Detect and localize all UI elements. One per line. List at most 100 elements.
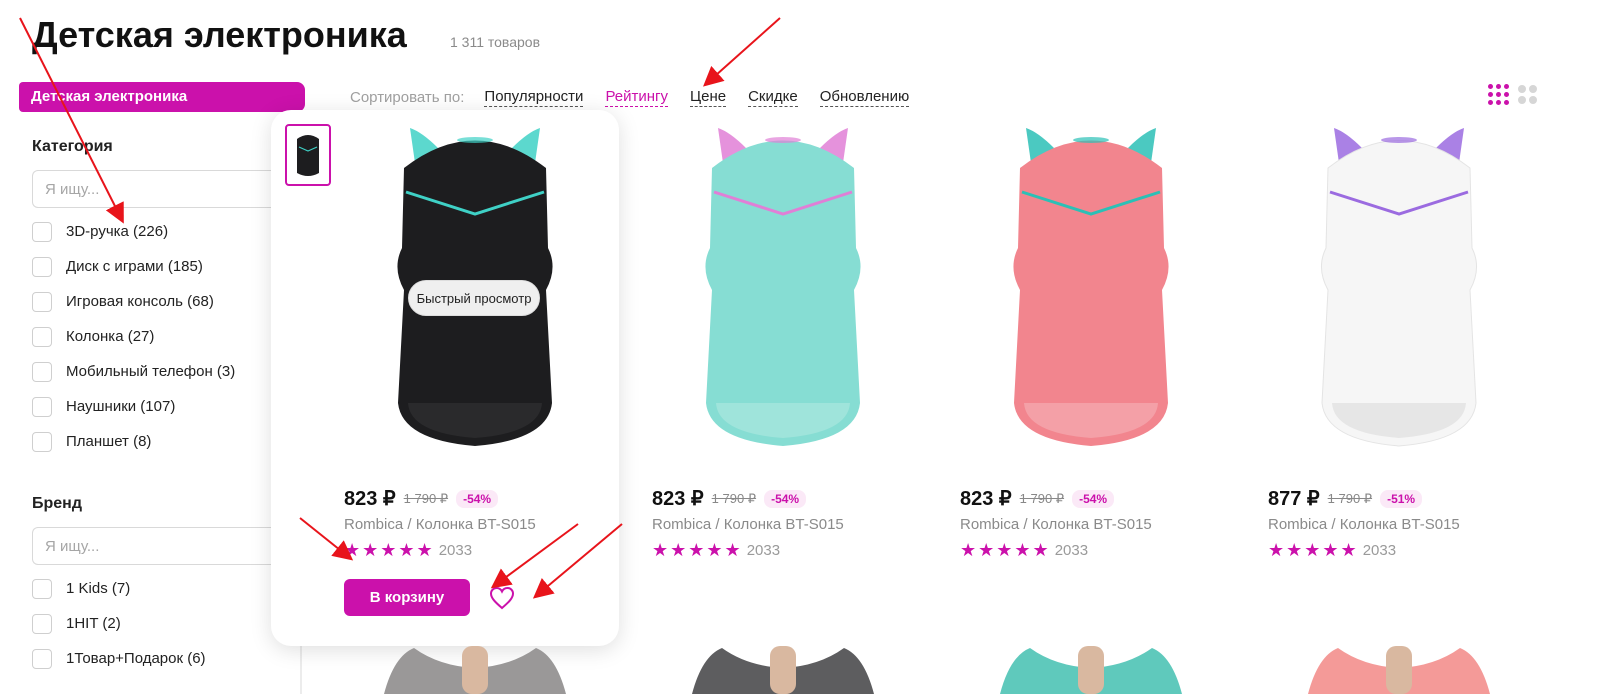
filter-item-label: 1Товар+Подарок (6) <box>66 650 206 667</box>
rating-row: ★★★★★ 2033 <box>344 540 472 561</box>
speaker-image <box>705 128 861 446</box>
price-row: 877 ₽ 1 790 ₽ -51% <box>1268 486 1423 511</box>
product-card-partial[interactable] <box>960 646 1230 694</box>
old-price: 1 790 ₽ <box>1327 490 1373 506</box>
price-row: 823 ₽ 1 790 ₽ -54% <box>344 486 499 511</box>
filter-item[interactable]: Диск с играми (185) <box>32 249 300 284</box>
filter-item[interactable]: 3D-ручка (226) <box>32 214 300 249</box>
product-card-partial[interactable] <box>344 646 614 694</box>
filter-item[interactable]: Мобильный телефон (3) <box>32 354 300 389</box>
old-price: 1 790 ₽ <box>1019 490 1065 506</box>
filter-item[interactable]: Планшет (8) <box>32 424 300 459</box>
category-filter-list: 3D-ручка (226) Диск с играми (185) Игров… <box>32 214 300 466</box>
sort-label: Сортировать по: <box>350 89 465 106</box>
price: 823 ₽ <box>344 488 396 510</box>
filter-item-label: Диск с играми (185) <box>66 258 203 275</box>
product-image-partial <box>1308 646 1490 694</box>
sort-option-update[interactable]: Обновлению <box>819 88 910 107</box>
checkbox[interactable] <box>32 256 52 277</box>
filter-item-label: Мобильный телефон (3) <box>66 363 236 380</box>
large-grid-icon[interactable] <box>1518 85 1537 104</box>
product-image[interactable] <box>1268 118 1530 473</box>
filter-item-label: Колонка (27) <box>66 328 155 345</box>
checkbox[interactable] <box>32 613 52 634</box>
sort-option-discount[interactable]: Скидке <box>748 88 798 107</box>
heart-icon[interactable] <box>489 586 515 610</box>
product-image[interactable] <box>960 118 1222 473</box>
checkbox[interactable] <box>32 431 52 452</box>
filter-item[interactable]: 1 Kids (7) <box>32 571 300 606</box>
category-search-input[interactable] <box>32 170 300 208</box>
speaker-image <box>1321 128 1477 447</box>
category-filter-title: Категория <box>32 138 113 155</box>
checkbox[interactable] <box>32 578 52 599</box>
price-row: 823 ₽ 1 790 ₽ -54% <box>960 486 1115 511</box>
price: 823 ₽ <box>652 488 704 510</box>
star-rating-icon: ★★★★★ <box>960 540 1051 560</box>
brand-filter-list: 1 Kids (7) 1HIT (2) 1Товар+Подарок (6) <box>32 571 300 676</box>
discount-badge: -51% <box>1380 489 1423 508</box>
filter-item[interactable] <box>32 459 300 466</box>
filter-item[interactable]: 1Товар+Подарок (6) <box>32 641 300 676</box>
checkbox[interactable] <box>32 221 52 242</box>
price-row: 823 ₽ 1 790 ₽ -54% <box>652 486 807 511</box>
brand-filter-title: Бренд <box>32 495 82 512</box>
old-price: 1 790 ₽ <box>711 490 757 506</box>
product-name[interactable]: Rombica / Колонка BT-S015 <box>652 516 844 533</box>
filter-item[interactable]: Наушники (107) <box>32 389 300 424</box>
checkbox[interactable] <box>32 326 52 347</box>
rating-row: ★★★★★ 2033 <box>652 540 780 561</box>
add-to-cart-button[interactable]: В корзину <box>344 579 470 616</box>
annotation-arrow <box>703 17 781 87</box>
price: 877 ₽ <box>1268 488 1320 510</box>
product-thumbnail[interactable] <box>285 124 331 186</box>
product-image-partial <box>384 646 566 694</box>
checkbox[interactable] <box>32 396 52 417</box>
filter-item[interactable]: Колонка (27) <box>32 319 300 354</box>
review-count: 2033 <box>1362 542 1397 559</box>
discount-badge: -54% <box>764 489 807 508</box>
filter-item[interactable]: Игровая консоль (68) <box>32 284 300 319</box>
sort-bar: Сортировать по: Популярности Рейтингу Це… <box>350 88 931 107</box>
price: 823 ₽ <box>960 488 1012 510</box>
checkbox[interactable] <box>32 291 52 312</box>
review-count: 2033 <box>1054 542 1089 559</box>
filter-item-label: 3D-ручка (226) <box>66 223 169 240</box>
sort-option-rating[interactable]: Рейтингу <box>605 88 669 107</box>
review-count: 2033 <box>746 542 781 559</box>
small-grid-icon[interactable] <box>1488 84 1509 105</box>
product-name[interactable]: Rombica / Колонка BT-S015 <box>960 516 1152 533</box>
filter-item-label: 1 Kids (7) <box>66 580 131 597</box>
product-image-partial <box>1000 646 1182 694</box>
star-rating-icon: ★★★★★ <box>344 540 435 560</box>
discount-badge: -54% <box>1072 489 1115 508</box>
review-count: 2033 <box>438 542 473 559</box>
page-title: Детская электроника <box>32 14 407 55</box>
rating-row: ★★★★★ 2033 <box>1268 540 1396 561</box>
brand-search-input[interactable] <box>32 527 300 565</box>
product-image-partial <box>692 646 874 694</box>
old-price: 1 790 ₽ <box>403 490 449 506</box>
filter-item-label: 1HIT (2) <box>66 615 121 632</box>
speaker-thumb-image <box>297 135 319 176</box>
product-name[interactable]: Rombica / Колонка BT-S015 <box>344 516 536 533</box>
product-card-partial[interactable] <box>1268 646 1538 694</box>
checkbox[interactable] <box>32 361 52 382</box>
product-name[interactable]: Rombica / Колонка BT-S015 <box>1268 516 1460 533</box>
star-rating-icon: ★★★★★ <box>652 540 743 560</box>
filter-item[interactable]: 1HIT (2) <box>32 606 300 641</box>
rating-row: ★★★★★ 2033 <box>960 540 1088 561</box>
filter-item-label: Игровая консоль (68) <box>66 293 214 310</box>
filter-item-label: Планшет (8) <box>66 433 152 450</box>
product-card-partial[interactable] <box>652 646 922 694</box>
active-category-chip[interactable]: Детская электроника <box>19 82 305 112</box>
product-count: 1 311 товаров <box>450 34 541 50</box>
sort-option-popularity[interactable]: Популярности <box>484 88 584 107</box>
star-rating-icon: ★★★★★ <box>1268 540 1359 560</box>
speaker-image <box>1013 128 1169 446</box>
product-image[interactable] <box>652 118 914 473</box>
filter-item-label: Наушники (107) <box>66 398 176 415</box>
quick-view-button[interactable]: Быстрый просмотр <box>408 280 540 316</box>
sort-option-price[interactable]: Цене <box>690 88 727 107</box>
checkbox[interactable] <box>32 648 52 669</box>
